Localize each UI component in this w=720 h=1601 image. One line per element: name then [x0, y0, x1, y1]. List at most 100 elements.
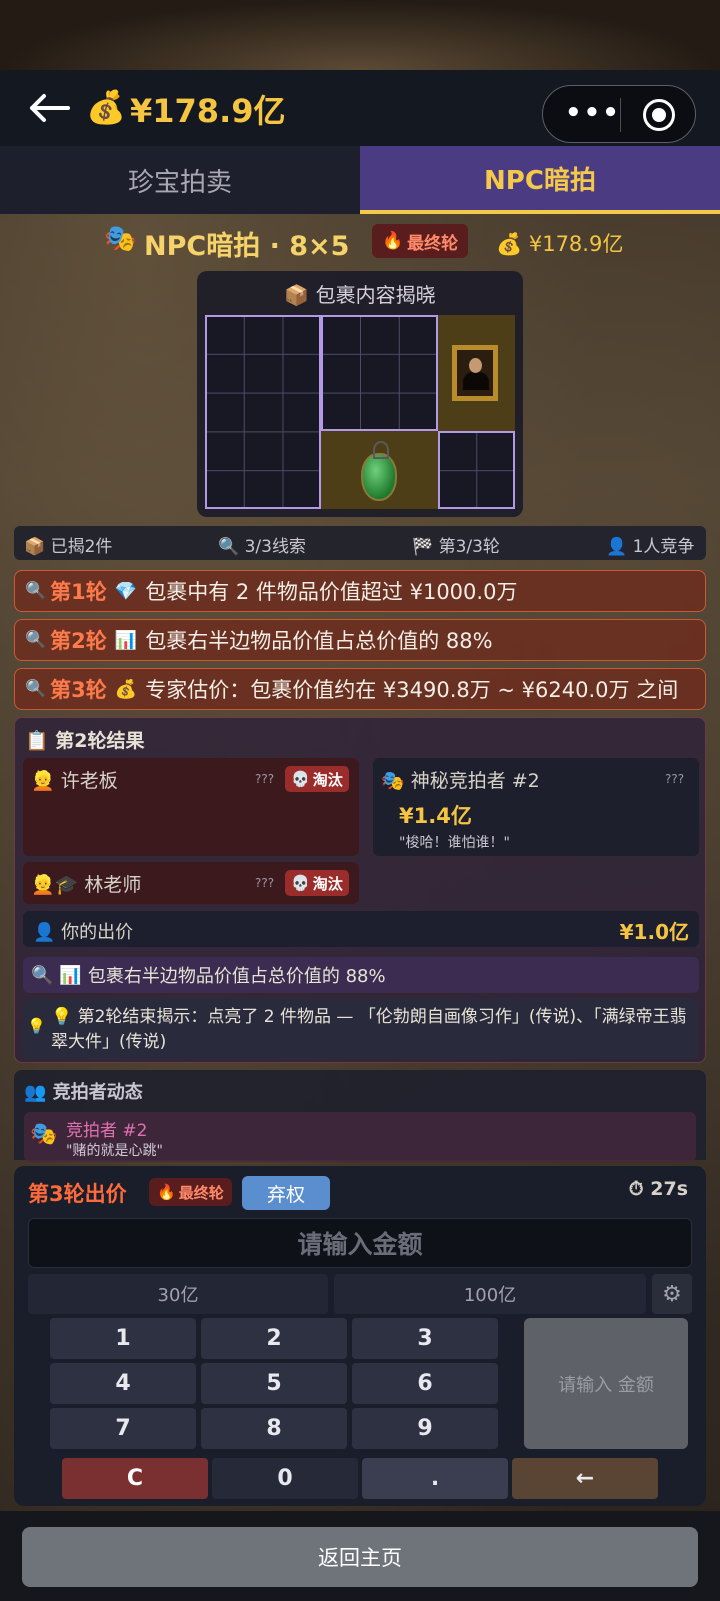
clue-text: 专家估价：包裹价值约在 ¥3490.8万 ~ ¥6240.0万 之间 [145, 678, 679, 702]
bid-amount-input[interactable]: 请输入金额 [28, 1218, 692, 1268]
target-icon[interactable] [643, 99, 675, 131]
package-reveal-label: 包裹内容揭晓 [315, 283, 436, 307]
skull-icon: 💀 [291, 874, 310, 892]
lightbulb-icon: 💡 [27, 1017, 46, 1035]
key-4[interactable]: 4 [50, 1363, 196, 1404]
background-banner [0, 0, 720, 70]
eliminated-badge: 💀 淘汰 [285, 766, 349, 792]
theater-mask-icon: 🎭 [30, 1122, 58, 1147]
stat-round: 🏁 第3/3轮 [412, 532, 500, 557]
footer: 返回主页 [0, 1511, 720, 1601]
key-1[interactable]: 1 [50, 1318, 196, 1359]
checkered-flag-icon: 🏁 [412, 537, 434, 557]
key-2[interactable]: 2 [201, 1318, 347, 1359]
revealed-item-jade[interactable] [321, 431, 438, 509]
magnifier-icon: 🔍 [218, 537, 240, 557]
key-7[interactable]: 7 [50, 1408, 196, 1449]
clue-row: 🔍 第1轮 💎 包裹中有 2 件物品价值超过 ¥1000.0万 [14, 570, 706, 612]
key-9[interactable]: 9 [352, 1408, 498, 1449]
theater-mask-icon: 🎭 [381, 770, 405, 792]
magnifier-icon: 🔍 [25, 581, 47, 601]
stat-clues-label: 3/3线索 [244, 537, 306, 557]
gear-icon[interactable]: ⚙ [652, 1274, 692, 1314]
reveal-text: 💡 第2轮结束揭示：点亮了 2 件物品 — 「伦勃朗自画像习作」(传说)、「满绿… [51, 1005, 691, 1055]
bidder-name: 🎭 神秘竞拍者 #2 [381, 766, 540, 793]
portrait-painting-icon [452, 345, 498, 401]
person-avatar-icon: 👱 [31, 770, 55, 792]
final-round-label: 最终轮 [407, 233, 459, 254]
tab-npc-blind-auction[interactable]: NPC暗拍 [360, 146, 720, 214]
bidder-name: 👱🎓 林老师 [31, 870, 141, 897]
bidder-card: 👱 许老板 ??? 💀 淘汰 [23, 758, 359, 856]
clue-row: 🔍 第3轮 💰 专家估价：包裹价值约在 ¥3490.8万 ~ ¥6240.0万 … [14, 668, 706, 710]
key-clear[interactable]: C [62, 1458, 208, 1499]
bidder-bid-amount: ¥1.4亿 [399, 804, 472, 828]
auction-balance-value: ¥178.9亿 [528, 232, 624, 256]
key-0[interactable]: 0 [212, 1458, 358, 1499]
clue-recap-text: 包裹右半边物品价值占总价值的 88% [87, 966, 386, 987]
my-bid-amount: ¥1.0亿 [619, 920, 689, 944]
clue-text: 包裹右半边物品价值占总价值的 88% [145, 629, 493, 653]
key-8[interactable]: 8 [201, 1408, 347, 1449]
more-dots-icon[interactable]: ••• [565, 98, 621, 128]
my-bid-row: 👤 你的出价 ¥1.0亿 [23, 911, 699, 947]
key-backspace[interactable]: ← [512, 1458, 658, 1499]
hidden-bid: ??? [665, 772, 685, 786]
clue-recap-row: 🔍 📊 包裹右半边物品价值占总价值的 88% [23, 957, 699, 993]
hidden-item-slot [321, 315, 438, 431]
key-3[interactable]: 3 [352, 1318, 498, 1359]
tab-treasure-auction[interactable]: 珍宝拍卖 [0, 146, 360, 214]
bidder-card: 👱🎓 林老师 ??? 💀 淘汰 [23, 862, 359, 904]
reveal-text-body: 第2轮结束揭示：点亮了 2 件物品 — 「伦勃朗自画像习作」(传说)、「满绿帝王… [51, 1007, 687, 1052]
jade-pendant-icon [361, 441, 397, 501]
hidden-item-slot [205, 315, 321, 509]
round-results-section: 📋 第2轮结果 👱 许老板 ??? 💀 淘汰 🎭 神秘竞拍者 #2 ??? ¥1.… [14, 717, 706, 1063]
clipboard-icon: 📋 [25, 730, 49, 752]
magnifier-icon: 🔍 [31, 964, 54, 986]
key-decimal[interactable]: . [362, 1458, 508, 1499]
bidder-quote: "梭哈！谁怕谁！" [399, 835, 510, 851]
clue-text: 包裹中有 2 件物品价值超过 ¥1000.0万 [145, 580, 518, 604]
skull-icon: 💀 [291, 770, 310, 788]
preset-100-button[interactable]: 100亿 [334, 1274, 646, 1314]
revealed-item-portrait[interactable] [438, 315, 515, 431]
countdown-value: 27s [650, 1178, 688, 1200]
package-reveal-title: 📦 包裹内容揭晓 [197, 279, 523, 308]
confirm-bid-button[interactable]: 请输入 金额 [524, 1318, 688, 1449]
activity-bidder: 竞拍者 #2 [66, 1121, 148, 1141]
package-grid [205, 315, 515, 509]
auction-balance: 💰 ¥178.9亿 [496, 228, 623, 258]
theater-mask-icon: 🎭 [104, 224, 137, 254]
chart-icon: 📊 [114, 629, 138, 651]
hidden-bid: ??? [255, 772, 275, 786]
round-results-label: 第2轮结果 [55, 730, 145, 752]
preset-30-button[interactable]: 30亿 [28, 1274, 328, 1314]
activity-title-label: 竞拍者动态 [52, 1082, 143, 1103]
money-bag-icon: 💰 [86, 88, 126, 126]
person-icon: 👤 [33, 922, 56, 943]
my-bid-label-text: 你的出价 [61, 922, 134, 943]
activity-title: 👥 竞拍者动态 [24, 1078, 143, 1104]
key-6[interactable]: 6 [352, 1363, 498, 1404]
lightbulb-icon: 💡 [51, 1007, 73, 1027]
return-home-button[interactable]: 返回主页 [22, 1527, 698, 1587]
capsule-divider [620, 98, 621, 132]
money-bag-icon: 💰 [496, 232, 523, 256]
back-button[interactable] [24, 88, 74, 128]
people-icon: 👥 [24, 1082, 47, 1103]
bidder-name: 👱 许老板 [31, 766, 118, 793]
bidder-name-label: 林老师 [84, 874, 142, 896]
forfeit-button[interactable]: 弃权 [242, 1176, 330, 1210]
bidder-name-label: 许老板 [60, 770, 118, 792]
hidden-item-slot [438, 431, 515, 509]
stat-competitors-label: 1人竞争 [632, 537, 695, 557]
mini-program-capsule: ••• [542, 85, 696, 143]
reveal-row: 💡 💡 第2轮结束揭示：点亮了 2 件物品 — 「伦勃朗自画像习作」(传说)、「… [23, 999, 699, 1059]
clue-row: 🔍 第2轮 📊 包裹右半边物品价值占总价值的 88% [14, 619, 706, 661]
clue-round: 第1轮 [50, 580, 107, 604]
package-icon: 📦 [24, 537, 46, 557]
final-round-badge: 🔥 最终轮 [149, 1178, 232, 1206]
key-5[interactable]: 5 [201, 1363, 347, 1404]
back-arrow-icon [30, 94, 70, 122]
header-balance: ¥178.9亿 [130, 92, 286, 130]
